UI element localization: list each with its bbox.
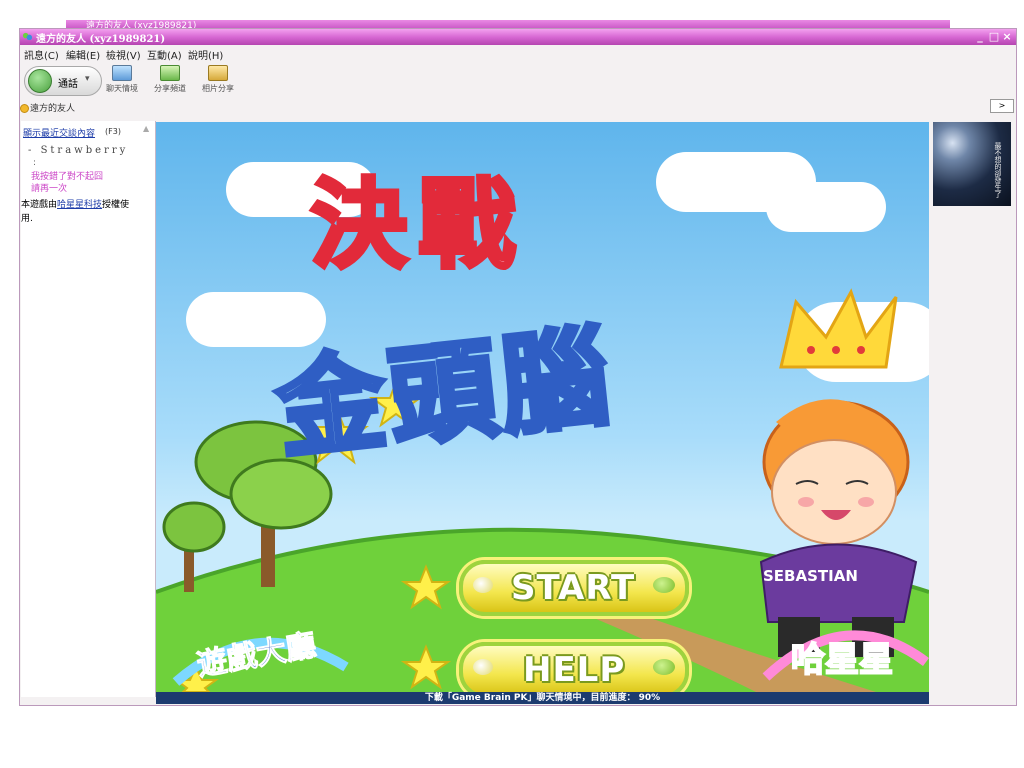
chevron-down-icon[interactable]: ▾ [85, 74, 90, 84]
chat-message: 請再一次 [31, 184, 68, 194]
messenger-icon [22, 32, 33, 41]
help-button-label: HELP [523, 650, 626, 690]
chat-window: 遠方的友人 (xyz1989821) _ □ × 訊息(C) 編輯(E) 檢視(… [19, 28, 1017, 706]
start-button[interactable]: START [459, 560, 689, 616]
window-title: 遠方的友人 (xyz1989821) [36, 34, 166, 45]
contact-name: 遠方的友人 [30, 104, 76, 114]
button-knob-icon [653, 659, 675, 675]
display-picture-pane: 最不想的卻發生了 [931, 121, 1015, 705]
chat-history-pane[interactable]: 顯示最近交談內容 (F3) ▲ - Strawberry : 我按錯了對不起囧 … [21, 121, 156, 697]
chat-sender-name: Strawberry [40, 145, 129, 156]
call-button[interactable]: 通話 ▾ [24, 66, 102, 96]
toolbar: 通話 ▾ 聊天情境 分享頻道 相片分享 [20, 63, 1016, 99]
avatar-caption: 最不想的卻發生了 [994, 142, 1002, 198]
menu-view[interactable]: 檢視(V) [106, 47, 141, 62]
chat-colon: : [33, 158, 37, 168]
download-status-bar: 下載「Game Brain PK」聊天情境中，目前進度： 90% [156, 692, 929, 704]
close-button[interactable]: × [1001, 30, 1013, 43]
share-icon [160, 65, 180, 81]
monitor-icon [112, 65, 132, 81]
expand-button[interactable]: > [990, 99, 1014, 113]
menu-bar: 訊息(C) 編輯(E) 檢視(V) 互動(A) 說明(H) [20, 47, 1016, 62]
button-knob-icon [473, 659, 493, 675]
chat-sender: - Strawberry [28, 145, 129, 156]
recent-shortcut: (F3) [105, 127, 121, 136]
menu-message[interactable]: 訊息(C) [24, 47, 59, 62]
photo-share-button[interactable]: 相片分享 [200, 63, 236, 94]
maximize-button[interactable]: □ [988, 30, 1000, 43]
game-title-line1: 決戰 [309, 167, 527, 284]
button-knob-icon [653, 577, 675, 593]
system-text: 授權使 [102, 200, 130, 210]
scene-button[interactable]: 聊天情境 [104, 63, 140, 94]
button-knob-icon [473, 577, 493, 593]
provider-link[interactable]: 哈星星科技 [57, 200, 102, 210]
call-label: 通話 [58, 79, 78, 90]
character-shirt-text: SEBASTIAN [763, 567, 858, 585]
menu-help[interactable]: 說明(H) [188, 47, 223, 62]
system-message-cont: 用. [21, 214, 33, 224]
start-button-label: START [511, 568, 636, 608]
contact-avatar[interactable]: 最不想的卻發生了 [933, 122, 1011, 206]
contact-status-line: 遠方的友人 > [20, 99, 1016, 115]
photo-share-label: 相片分享 [202, 84, 234, 93]
menu-edit[interactable]: 編輯(E) [66, 47, 100, 62]
game-canvas[interactable]: 決戰 金頭腦 SEBASTIAN START HELP 遊戲大廳 哈星星 [156, 122, 929, 692]
status-indicator-icon [20, 104, 29, 113]
scene-label: 聊天情境 [106, 84, 138, 93]
phone-icon [28, 69, 52, 93]
scroll-up-icon[interactable]: ▲ [143, 124, 149, 133]
system-text: 本遊戲由 [21, 200, 58, 210]
title-bar[interactable]: 遠方的友人 (xyz1989821) _ □ × [20, 29, 1016, 45]
share-channel-label: 分享頻道 [154, 84, 186, 93]
minimize-button[interactable]: _ [974, 30, 986, 43]
photo-icon [208, 65, 228, 81]
menu-interact[interactable]: 互動(A) [147, 47, 182, 62]
share-channel-button[interactable]: 分享頻道 [152, 63, 188, 94]
show-recent-link[interactable]: 顯示最近交談內容 [23, 126, 95, 139]
system-message: 本遊戲由哈星星科技授權使 [21, 197, 129, 210]
help-button[interactable]: HELP [459, 642, 689, 692]
brand-logo: 哈星星 [790, 639, 894, 681]
